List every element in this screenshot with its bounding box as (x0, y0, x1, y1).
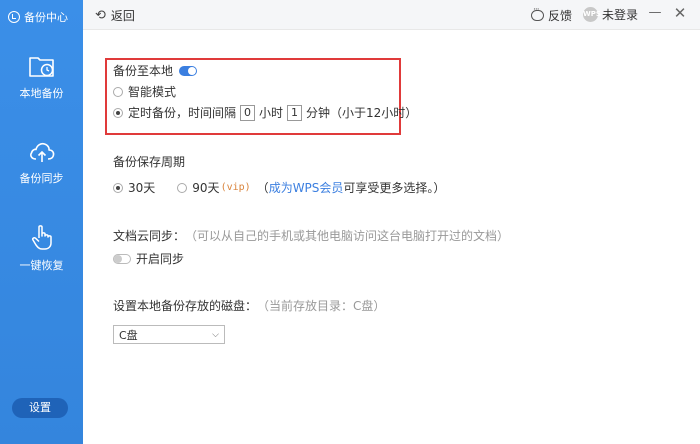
local-backup-toggle[interactable] (179, 65, 198, 76)
retention-note-rest: 可享受更多选择。） (343, 181, 446, 195)
avatar: WPS (583, 7, 601, 22)
retention-note-open: （ (256, 181, 269, 195)
retention-title: 备份保存周期 (113, 155, 186, 169)
cloud-sync-title: 文档云同步： (113, 229, 186, 243)
retention-options: 30天 90天 (vip) （ 成为WPS会员 可享受更多选择。） (113, 179, 445, 196)
minutes-unit: 分钟（小于12小时） (306, 106, 418, 120)
cloud-sync-header: 文档云同步： （可以从自己的手机或其他电脑访问这台电脑打开过的文档） (113, 227, 509, 244)
retention-header: 备份保存周期 (113, 153, 185, 170)
top-bar: ⟲ 返回 反馈 WPS 未登录 — ✕ (83, 0, 700, 30)
sidebar: 备份中心 本地备份 备份同步 一键恢复 设置 (0, 0, 83, 444)
local-backup-header: 备份至本地 (113, 62, 198, 79)
folder-clock-icon (28, 57, 54, 77)
feedback-label: 反馈 (548, 9, 573, 23)
sidebar-item-one-click-restore[interactable]: 一键恢复 (0, 222, 83, 273)
minutes-input[interactable] (287, 104, 303, 121)
chat-bubble-icon (531, 5, 544, 21)
retention-90-radio[interactable] (177, 182, 188, 193)
sidebar-item-local-backup[interactable]: 本地备份 (0, 52, 83, 101)
cloud-upload-icon (29, 142, 54, 162)
chevron-down-icon: ⌵ (212, 329, 219, 340)
back-label: 返回 (110, 9, 135, 23)
option-smart-mode[interactable]: 智能模式 (113, 83, 176, 100)
settings-button[interactable]: 设置 (12, 398, 68, 418)
disk-select[interactable]: C盘 ⌵ (113, 325, 225, 344)
retention-30-label: 30天 (128, 181, 156, 195)
timed-backup-radio[interactable] (113, 107, 123, 118)
hours-input[interactable] (240, 104, 256, 121)
back-arrow-icon: ⟲ (95, 8, 106, 23)
cloud-sync-hint: （可以从自己的手机或其他电脑访问这台电脑打开过的文档） (185, 229, 510, 243)
disk-title: 设置本地备份存放的磁盘： (113, 299, 258, 313)
disk-selected-value: C盘 (119, 328, 138, 342)
hand-pointer-icon (31, 225, 52, 250)
brand: 备份中心 (8, 9, 68, 25)
sidebar-item-label: 备份同步 (19, 172, 64, 185)
cloud-sync-toggle-label: 开启同步 (136, 252, 185, 266)
cloud-sync-toggle[interactable] (113, 253, 131, 264)
vip-tag: (vip) (220, 182, 251, 193)
disk-header: 设置本地备份存放的磁盘： （当前存放目录：C盘） (113, 297, 385, 314)
cloud-sync-toggle-row[interactable]: 开启同步 (113, 250, 184, 267)
back-button[interactable]: ⟲ 返回 (95, 7, 135, 24)
feedback-button[interactable]: 反馈 (531, 5, 573, 24)
local-backup-title: 备份至本地 (113, 64, 174, 78)
sidebar-item-label: 一键恢复 (19, 259, 64, 272)
hours-unit: 小时 (259, 106, 284, 120)
timed-backup-label: 定时备份，时间间隔 (128, 106, 237, 120)
backup-center-icon (8, 11, 20, 23)
smart-mode-label: 智能模式 (128, 85, 177, 99)
sidebar-item-label: 本地备份 (19, 87, 64, 100)
retention-30-radio[interactable] (113, 182, 123, 193)
become-member-link[interactable]: 成为WPS会员 (269, 179, 344, 196)
user-label: 未登录 (602, 8, 639, 22)
brand-label: 备份中心 (24, 11, 68, 24)
main-content: 备份至本地 智能模式 定时备份，时间间隔 小时 分钟（小于12小时） 备份保存周… (83, 30, 700, 444)
sidebar-item-backup-sync[interactable]: 备份同步 (0, 137, 83, 186)
disk-hint: （当前存放目录：C盘） (257, 299, 386, 313)
option-timed-backup[interactable]: 定时备份，时间间隔 小时 分钟（小于12小时） (113, 104, 417, 121)
minimize-button[interactable]: — (647, 5, 663, 21)
close-button[interactable]: ✕ (672, 5, 688, 21)
login-button[interactable]: WPS 未登录 (583, 6, 638, 23)
retention-90-label: 90天 (192, 181, 220, 195)
smart-mode-radio[interactable] (113, 86, 123, 97)
